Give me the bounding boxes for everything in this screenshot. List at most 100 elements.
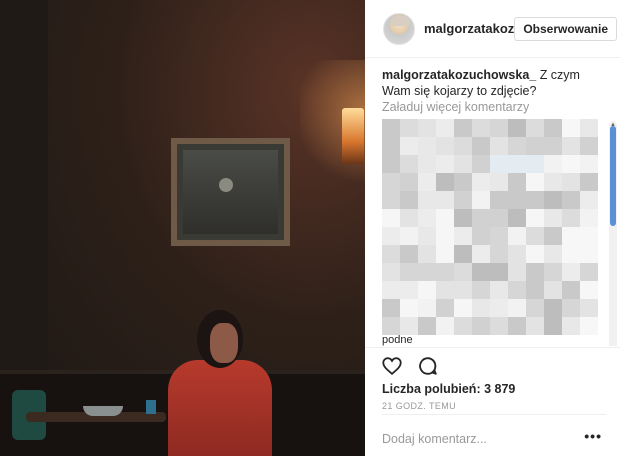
blur-pixel [580,209,598,227]
blur-pixel [580,191,598,209]
blur-pixel [508,209,526,227]
blur-pixel [454,317,472,335]
blur-pixel [544,119,562,137]
blur-pixel [436,119,454,137]
blur-pixel [382,155,400,173]
blur-pixel [526,281,544,299]
blur-pixel [472,137,490,155]
post-caption: malgorzatakozuchowska_ Z czym Wam się ko… [382,67,604,99]
woman-face [210,323,238,363]
blur-pixel [508,245,526,263]
likes-count[interactable]: Liczba polubień: 3 879 [382,382,515,396]
blur-pixel [544,317,562,335]
blur-pixel [544,173,562,191]
blur-pixel [580,299,598,317]
blur-pixel [526,155,544,173]
blur-pixel [544,137,562,155]
blur-pixel [562,119,580,137]
blur-pixel [490,245,508,263]
load-more-comments-link[interactable]: Załaduj więcej komentarzy [382,100,529,114]
blur-pixel [382,137,400,155]
blurred-comment-fragment: podne [382,334,413,346]
blur-pixel [544,281,562,299]
woman-figure [168,360,272,456]
blur-pixel [436,245,454,263]
blur-pixel [454,209,472,227]
blur-pixel [508,281,526,299]
blur-pixel [418,173,436,191]
blur-pixel [490,299,508,317]
comment-icon[interactable] [417,355,439,377]
more-options-icon[interactable]: ••• [584,428,602,444]
blur-pixel [436,227,454,245]
blur-pixel [544,245,562,263]
blur-pixel [580,263,598,281]
blur-pixel [454,155,472,173]
blur-pixel [490,191,508,209]
blur-pixel [562,191,580,209]
blur-pixel [508,263,526,281]
blur-pixel [382,209,400,227]
blur-pixel [400,317,418,335]
blur-pixel [472,299,490,317]
blur-pixel [436,191,454,209]
blur-pixel [454,191,472,209]
avatar-icon[interactable] [383,12,415,45]
heart-icon[interactable] [381,355,403,377]
blur-pixel [472,317,490,335]
blur-pixel [562,173,580,191]
blur-pixel [400,299,418,317]
blur-pixel [562,263,580,281]
blur-pixel [490,173,508,191]
blur-pixel [580,119,598,137]
blur-pixel [472,173,490,191]
blur-pixel [400,281,418,299]
add-comment-input[interactable]: Dodaj komentarz... [382,432,487,446]
blur-pixel [544,263,562,281]
blur-pixel [418,317,436,335]
blur-pixel [490,119,508,137]
blur-pixel [562,155,580,173]
caption-author-link[interactable]: malgorzatakozuchowska_ [382,68,536,82]
scroll-thumb[interactable] [610,126,616,226]
blur-pixel [382,191,400,209]
blur-pixel [490,227,508,245]
following-button[interactable]: Obserwowanie [514,16,618,41]
blur-pixel [508,299,526,317]
blur-pixel [544,155,562,173]
blur-pixel [382,173,400,191]
blur-pixel [526,173,544,191]
blur-pixel [382,317,400,335]
cup [146,400,156,414]
blur-pixel [400,155,418,173]
blur-pixel [490,137,508,155]
username-link[interactable]: malgorzatakoz [424,21,514,36]
blur-pixel [454,245,472,263]
comments-panel[interactable]: malgorzatakozuchowska_ Z czym Wam się ko… [365,59,620,346]
post-actions: Liczba polubień: 3 879 21 GODZ. TEMU Dod… [365,347,620,447]
blur-pixel [472,191,490,209]
blur-pixel [418,155,436,173]
blurred-comments [382,119,598,337]
blur-pixel [526,263,544,281]
blur-pixel [508,173,526,191]
blur-pixel [436,317,454,335]
blur-pixel [472,209,490,227]
blur-pixel [400,119,418,137]
blur-pixel [526,119,544,137]
post-timestamp[interactable]: 21 GODZ. TEMU [382,401,456,411]
blur-pixel [382,299,400,317]
blur-pixel [400,263,418,281]
blur-pixel [472,281,490,299]
comments-scrollbar[interactable]: ▲ ▼ [609,121,617,346]
blur-pixel [562,209,580,227]
blur-pixel [436,299,454,317]
blur-pixel [418,281,436,299]
picture-frame [171,138,290,246]
blur-pixel [490,263,508,281]
blur-pixel [490,209,508,227]
blur-pixel [562,299,580,317]
post-header: malgorzatakoz Obserwowanie [365,0,620,58]
photo-wall [0,0,48,380]
blur-pixel [526,137,544,155]
